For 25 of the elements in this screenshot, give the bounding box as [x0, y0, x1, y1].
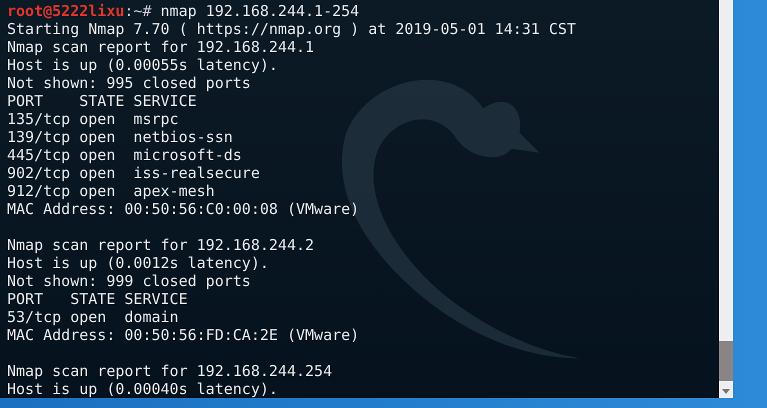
output-line: 53/tcp open domain: [7, 308, 179, 326]
output-line: 139/tcp open netbios-ssn: [7, 128, 233, 146]
output-line: Host is up (0.00055s latency).: [7, 56, 278, 74]
output-line: Host is up (0.00040s latency).: [7, 380, 278, 398]
output-line: 135/tcp open msrpc: [7, 110, 179, 128]
output-line: PORT STATE SERVICE: [7, 290, 188, 308]
output-line: PORT STATE SERVICE: [7, 92, 197, 110]
prompt-path: :~#: [124, 2, 152, 20]
output-line: 445/tcp open microsoft-ds: [7, 146, 242, 164]
output-line: MAC Address: 00:50:56:C0:00:08 (VMware): [7, 200, 360, 218]
command-text: nmap 192.168.244.1-254: [160, 2, 360, 20]
scrollbar[interactable]: [719, 0, 733, 398]
scrollbar-thumb[interactable]: [719, 341, 733, 381]
output-line: Not shown: 999 closed ports: [7, 272, 251, 290]
output-line: Nmap scan report for 192.168.244.254: [7, 362, 332, 380]
output-line: Starting Nmap 7.70 ( https://nmap.org ) at 2019-05-01 14:31 CST: [7, 20, 576, 38]
output-line: Nmap scan report for 192.168.244.1: [7, 38, 314, 56]
scroll-down-arrow-icon[interactable]: [722, 389, 730, 394]
output-line: Nmap scan report for 192.168.244.2: [7, 236, 314, 254]
output-line: MAC Address: 00:50:56:FD:CA:2E (VMware): [7, 326, 360, 344]
output-line: 902/tcp open iss-realsecure: [7, 164, 260, 182]
output-line: Host is up (0.0012s latency).: [7, 254, 269, 272]
output-line: Not shown: 995 closed ports: [7, 74, 251, 92]
prompt-user-host: root@5222lixu: [7, 2, 124, 20]
output-line: 912/tcp open apex-mesh: [7, 182, 215, 200]
